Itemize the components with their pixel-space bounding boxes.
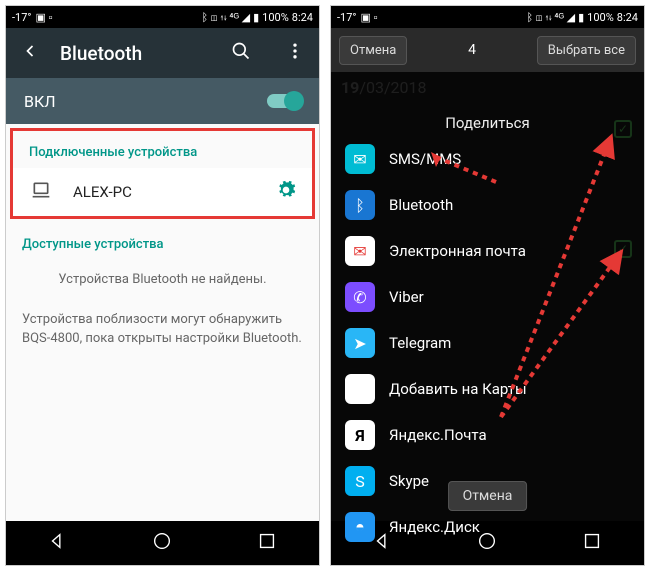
- share-item-bluetooth[interactable]: ᛒ Bluetooth: [331, 182, 644, 228]
- share-item-label: Электронная почта: [389, 242, 526, 260]
- laptop-icon: [29, 180, 53, 204]
- device-row[interactable]: ALEX-PC: [13, 168, 312, 216]
- clock: 8:24: [617, 11, 638, 24]
- discovery-hint: Устройства поблизости могут обнаружить B…: [6, 300, 319, 359]
- content: Подключенные устройства ALEX-PC Доступны…: [6, 124, 319, 521]
- sms-mms-icon: ✉: [345, 144, 375, 174]
- электронная-почта-icon: ✉: [345, 236, 375, 266]
- share-item-label: SMS/MMS: [389, 150, 461, 168]
- bluetooth-icon: ᛒ: [345, 190, 375, 220]
- nav-back-icon[interactable]: [47, 530, 69, 556]
- bluetooth-toggle-row[interactable]: ВКЛ: [6, 78, 319, 124]
- share-item-label: Яндекс.Диск: [389, 518, 480, 536]
- добавить-на-карты-icon: 🗺: [345, 374, 375, 404]
- cancel-button-dialog[interactable]: Отмена: [448, 481, 528, 511]
- share-item-добавить-на-карты[interactable]: 🗺 Добавить на Карты: [331, 366, 644, 412]
- share-item-электронная-почта[interactable]: ✉ Электронная почта: [331, 228, 644, 274]
- gear-icon[interactable]: [276, 180, 296, 204]
- skype-icon: S: [345, 466, 375, 496]
- phone-share-dialog: -17° ▣ ▫ ᛒ ◫ ⇅ ⁴ᴳ ◢▮100%8:24 Отмена 4 Выб…: [330, 5, 645, 566]
- signal-icons: ᛒ ◫ ⇅ ⁴ᴳ ◢: [526, 11, 575, 24]
- viber-icon: ✆: [345, 282, 375, 312]
- share-item-label: Добавить на Карты: [389, 380, 527, 398]
- share-item-label: Skype: [389, 472, 429, 490]
- signal-icons: ᛒ ◫ ⇅ ⁴ᴳ ◢: [201, 11, 250, 24]
- share-item-telegram[interactable]: ➤ Telegram: [331, 320, 644, 366]
- select-all-button[interactable]: Выбрать все: [537, 36, 636, 65]
- share-item-viber[interactable]: ✆ Viber: [331, 274, 644, 320]
- telegram-icon: ➤: [345, 328, 375, 358]
- nav-recent-icon[interactable]: [256, 530, 278, 556]
- app-bar: Bluetooth: [6, 28, 319, 78]
- gallery-content: 1919/03/2018/03/2018 ✓ ✓ Поделиться ✉SMS…: [331, 72, 644, 521]
- device-name: ALEX-PC: [73, 183, 256, 201]
- temperature: -17°: [12, 11, 32, 24]
- more-icon[interactable]: [285, 41, 305, 65]
- яндекс-диск-icon: ◓: [345, 512, 375, 542]
- notif-icon: ▣ ▫: [361, 11, 378, 24]
- connected-devices-header: Подключенные устройства: [13, 131, 312, 168]
- share-item-label: Bluetooth: [389, 196, 453, 214]
- clock: 8:24: [292, 11, 313, 24]
- nav-home-icon[interactable]: [151, 530, 173, 556]
- page-title: Bluetooth: [60, 42, 211, 65]
- status-bar: -17° ▣ ▫ ᛒ ◫ ⇅ ⁴ᴳ ◢▮100%8:24: [6, 6, 319, 28]
- nav-bar: [6, 521, 319, 565]
- share-item-яндекс-почта[interactable]: Я Яндекс.Почта: [331, 412, 644, 458]
- back-icon[interactable]: [20, 41, 40, 65]
- battery-icon: ▮: [578, 11, 584, 24]
- share-item-label: Viber: [389, 288, 424, 306]
- selection-bar: Отмена 4 Выбрать все: [331, 28, 644, 72]
- share-title: Поделиться: [331, 110, 644, 136]
- share-item-label: Telegram: [389, 334, 451, 352]
- battery-icon: ▮: [253, 11, 259, 24]
- available-devices-header: Доступные устройства: [6, 223, 319, 260]
- not-found-text: Устройства Bluetooth не найдены.: [6, 260, 319, 300]
- battery-pct: 100%: [587, 11, 614, 24]
- toggle-label: ВКЛ: [24, 92, 56, 111]
- search-icon[interactable]: [231, 41, 251, 65]
- highlight-annotation: Подключенные устройства ALEX-PC: [10, 128, 315, 219]
- notif-icon: ▣ ▫: [36, 11, 53, 24]
- temperature: -17°: [337, 11, 357, 24]
- яндекс-почта-icon: Я: [345, 420, 375, 450]
- share-item-sms-mms[interactable]: ✉ SMS/MMS: [331, 136, 644, 182]
- battery-pct: 100%: [262, 11, 289, 24]
- phone-bluetooth-settings: -17° ▣ ▫ ᛒ ◫ ⇅ ⁴ᴳ ◢▮100%8:24 Bluetooth ВК…: [5, 5, 320, 566]
- toggle-switch-icon[interactable]: [267, 94, 301, 108]
- status-bar: -17° ▣ ▫ ᛒ ◫ ⇅ ⁴ᴳ ◢▮100%8:24: [331, 6, 644, 28]
- selection-count: 4: [413, 42, 530, 58]
- share-item-label: Яндекс.Почта: [389, 426, 487, 444]
- cancel-button[interactable]: Отмена: [339, 36, 407, 65]
